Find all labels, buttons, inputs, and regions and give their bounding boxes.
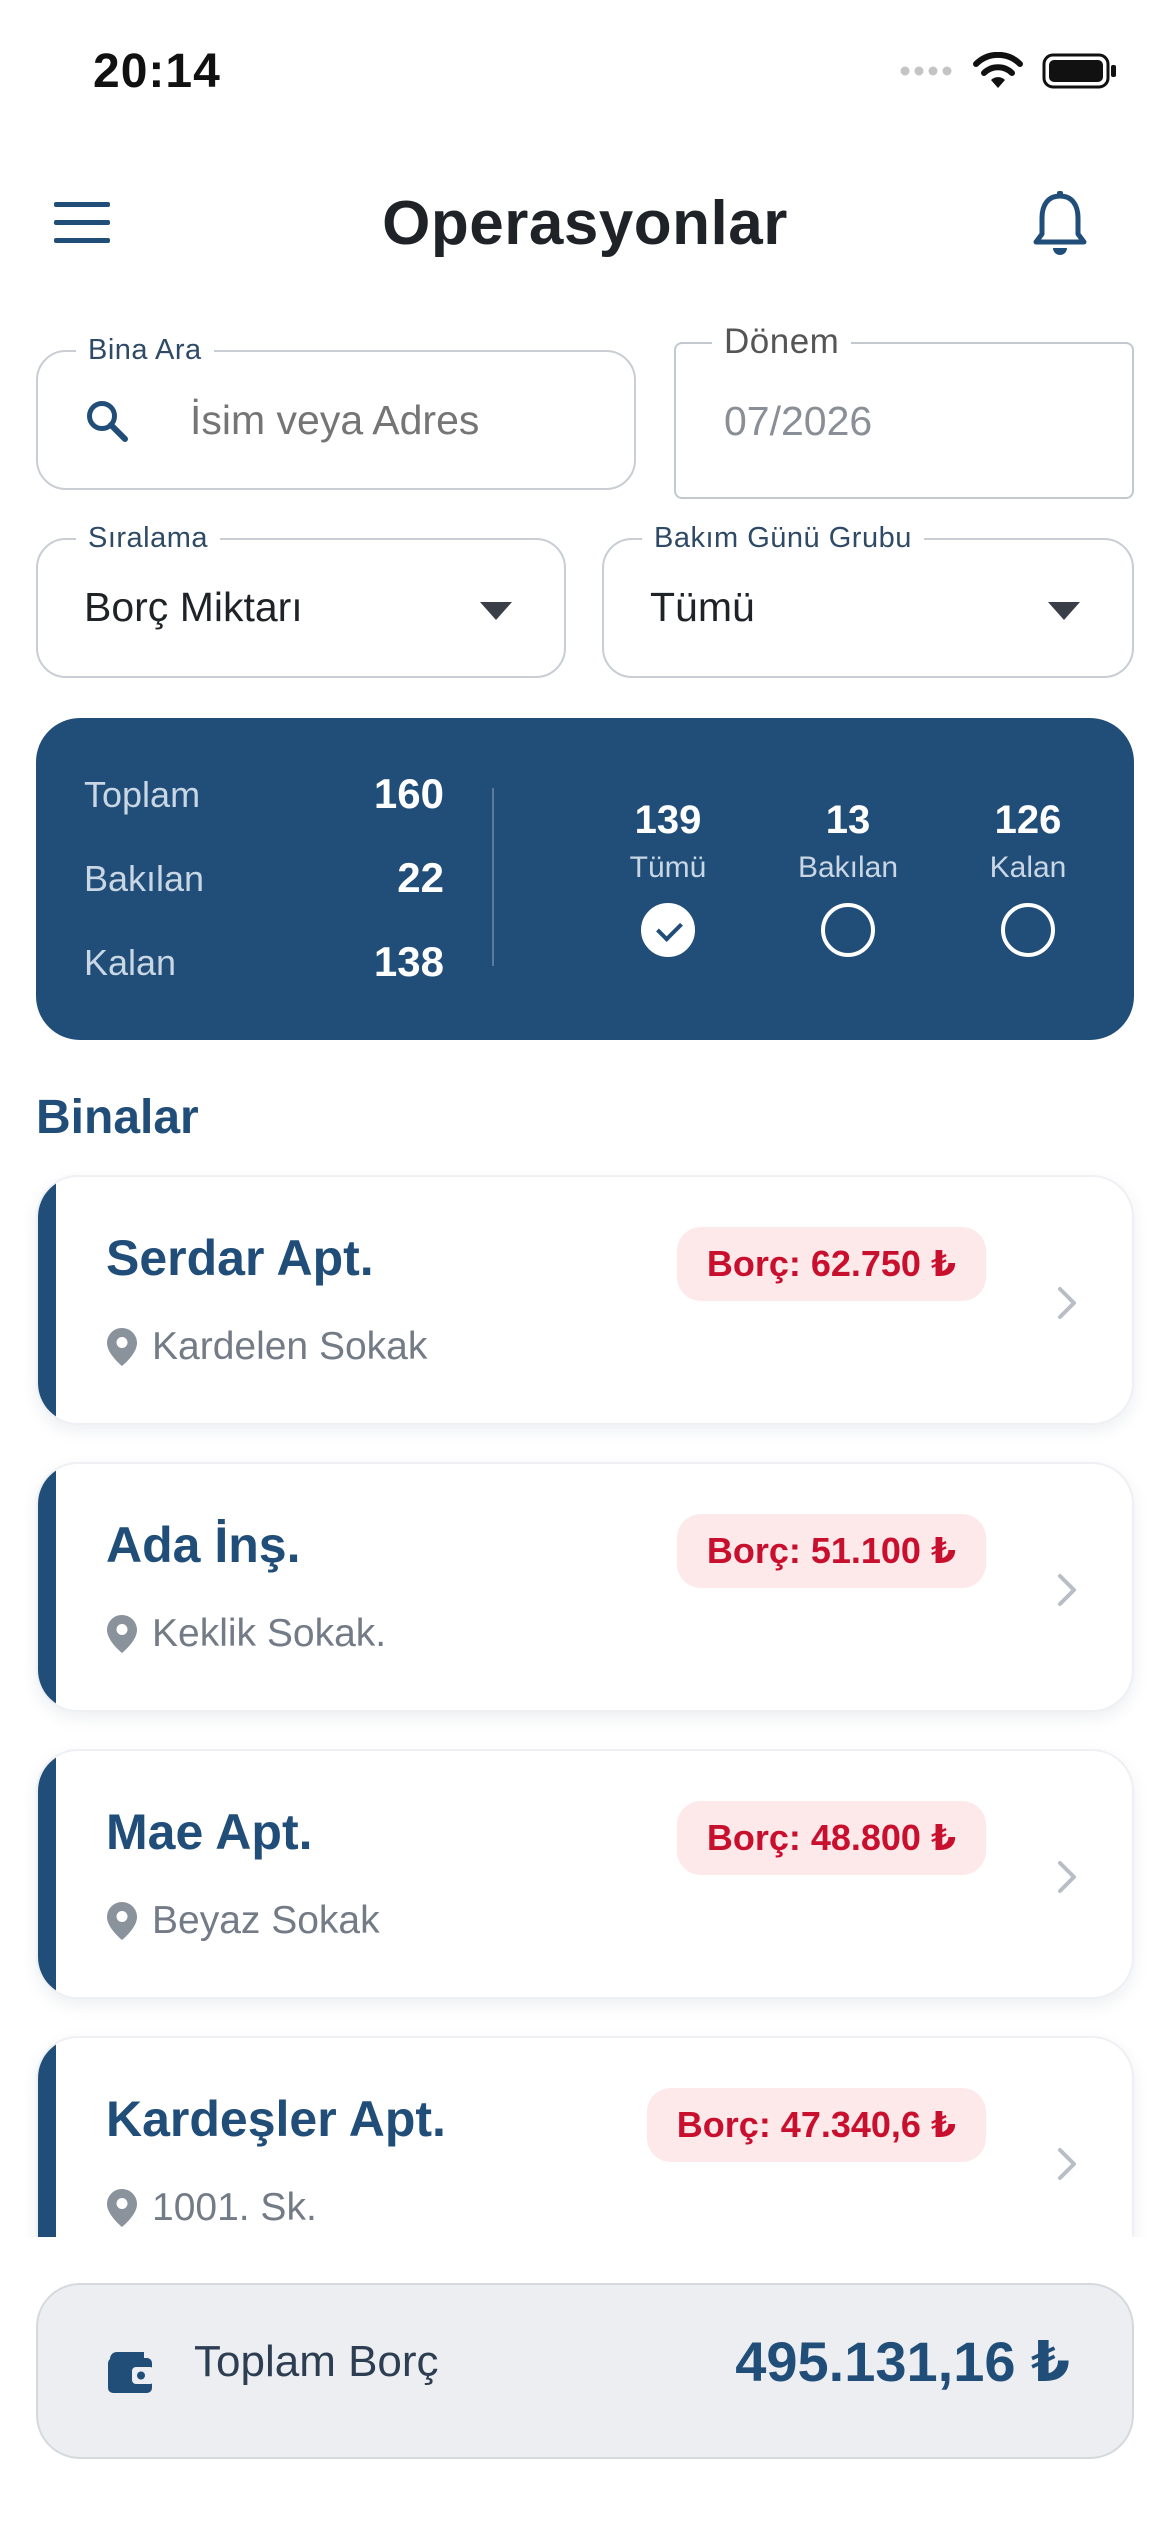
wallet-icon xyxy=(108,2352,154,2393)
summary-value: 22 xyxy=(397,854,444,901)
filter-count: 13 xyxy=(825,798,871,842)
summary-label: Bakılan xyxy=(84,858,205,899)
radio-checked-icon[interactable] xyxy=(641,903,695,957)
status-icons xyxy=(900,52,1118,90)
search-icon xyxy=(87,401,128,442)
dropdown-arrow-icon xyxy=(1048,602,1080,620)
summary-row-total: Toplam 160 xyxy=(84,770,444,834)
sort-dropdown[interactable]: Sıralama Borç Miktarı xyxy=(36,522,566,678)
building-card[interactable]: Mae Apt. Borç: 48.800 ₺ Beyaz Sokak xyxy=(36,1749,1134,1999)
address-text: 1001. Sk. xyxy=(152,2186,317,2229)
card-accent-bar xyxy=(38,2038,56,2237)
search-input[interactable] xyxy=(190,392,610,448)
total-debt-label: Toplam Borç xyxy=(194,2337,439,2386)
sort-dropdown-label: Sıralama xyxy=(76,522,221,555)
summary-value: 160 xyxy=(373,770,444,817)
total-debt-value: 495.131,16 ₺ xyxy=(735,2330,1070,2393)
filter-label: Bakılan xyxy=(797,851,899,884)
summary-row-checked: Bakılan 22 xyxy=(84,854,444,918)
period-field[interactable]: Dönem 07/2026 xyxy=(674,322,1134,499)
location-pin-icon xyxy=(107,1615,137,1653)
card-accent-bar xyxy=(38,1751,56,1997)
card-accent-bar xyxy=(38,1177,56,1423)
page-title: Operasyonlar xyxy=(382,189,788,258)
card-accent-bar xyxy=(38,1464,56,1710)
sort-value: Borç Miktarı xyxy=(84,584,303,630)
filter-count: 139 xyxy=(634,798,702,842)
summary-label: Toplam xyxy=(84,774,201,815)
filter-label: Kalan xyxy=(989,851,1067,884)
maintenance-group-value: Tümü xyxy=(650,584,755,630)
location-pin-icon xyxy=(107,1902,137,1940)
maintenance-group-label: Bakım Günü Grubu xyxy=(642,522,924,555)
summary-value: 138 xyxy=(373,938,444,985)
period-field-label: Dönem xyxy=(712,322,852,362)
building-card[interactable]: Ada İnş. Borç: 51.100 ₺ Keklik Sokak. xyxy=(36,1462,1134,1712)
summary-label: Kalan xyxy=(84,942,177,983)
search-field[interactable]: Bina Ara xyxy=(36,334,636,490)
status-time: 20:14 xyxy=(93,45,221,98)
building-address: Kardelen Sokak xyxy=(106,1325,427,1369)
summary-panel: Toplam 160 Bakılan 22 Kalan 138 139 Tümü… xyxy=(36,718,1134,1040)
filter-label: Tümü xyxy=(629,851,707,884)
period-value: 07/2026 xyxy=(724,398,873,444)
debt-badge: Borç: 47.340,6 ₺ xyxy=(646,2088,986,2162)
chevron-right-icon xyxy=(1058,1287,1076,1319)
app-header: Operasyonlar xyxy=(0,170,1170,280)
debt-badge: Borç: 48.800 ₺ xyxy=(676,1801,986,1875)
building-name: Kardeşler Apt. xyxy=(106,2091,446,2147)
address-text: Kardelen Sokak xyxy=(152,1325,428,1368)
location-pin-icon xyxy=(107,2189,137,2227)
maintenance-group-dropdown[interactable]: Bakım Günü Grubu Tümü xyxy=(602,522,1134,678)
battery-icon xyxy=(1042,53,1116,89)
cellular-signal-icon xyxy=(900,66,952,76)
location-pin-icon xyxy=(107,1328,137,1366)
building-name: Ada İnş. xyxy=(106,1517,301,1573)
filter-option-checked[interactable]: 13 Bakılan xyxy=(758,798,938,968)
summary-divider xyxy=(492,788,494,966)
wifi-icon xyxy=(973,52,1023,88)
building-card[interactable]: Kardeşler Apt. Borç: 47.340,6 ₺ 1001. Sk… xyxy=(36,2036,1134,2237)
bell-icon xyxy=(1033,191,1087,255)
debt-badge: Borç: 62.750 ₺ xyxy=(676,1227,986,1301)
address-text: Beyaz Sokak xyxy=(152,1899,380,1942)
chevron-right-icon xyxy=(1058,1861,1076,1893)
section-title: Binalar xyxy=(36,1091,199,1144)
operations-screen: 20:14 Operasyonlar Bina Ara İsim veya Ad… xyxy=(0,0,1170,2532)
chevron-right-icon xyxy=(1058,1574,1076,1606)
building-card[interactable]: Serdar Apt. Borç: 62.750 ₺ Kardelen Soka… xyxy=(36,1175,1134,1425)
debt-badge: Borç: 51.100 ₺ xyxy=(676,1514,986,1588)
filter-option-remaining[interactable]: 126 Kalan xyxy=(938,798,1118,968)
building-address: Beyaz Sokak xyxy=(106,1899,380,1943)
building-name: Mae Apt. xyxy=(106,1804,313,1860)
filter-count: 126 xyxy=(994,798,1062,842)
radio-unchecked-icon[interactable] xyxy=(1001,903,1055,957)
status-bar: 20:14 xyxy=(0,0,1170,140)
building-list[interactable]: Serdar Apt. Borç: 62.750 ₺ Kardelen Soka… xyxy=(0,1165,1170,2237)
chevron-right-icon xyxy=(1058,2148,1076,2180)
filter-option-all[interactable]: 139 Tümü xyxy=(578,798,758,968)
notifications-button[interactable] xyxy=(1030,190,1094,260)
search-field-label: Bina Ara xyxy=(76,334,214,367)
address-text: Keklik Sokak. xyxy=(152,1612,387,1655)
total-debt-bar: Toplam Borç 495.131,16 ₺ xyxy=(36,2283,1134,2459)
building-address: 1001. Sk. xyxy=(106,2186,317,2230)
summary-row-remaining: Kalan 138 xyxy=(84,938,444,1002)
radio-unchecked-icon[interactable] xyxy=(821,903,875,957)
building-name: Serdar Apt. xyxy=(106,1230,374,1286)
building-address: Keklik Sokak. xyxy=(106,1612,386,1656)
dropdown-arrow-icon xyxy=(480,602,512,620)
